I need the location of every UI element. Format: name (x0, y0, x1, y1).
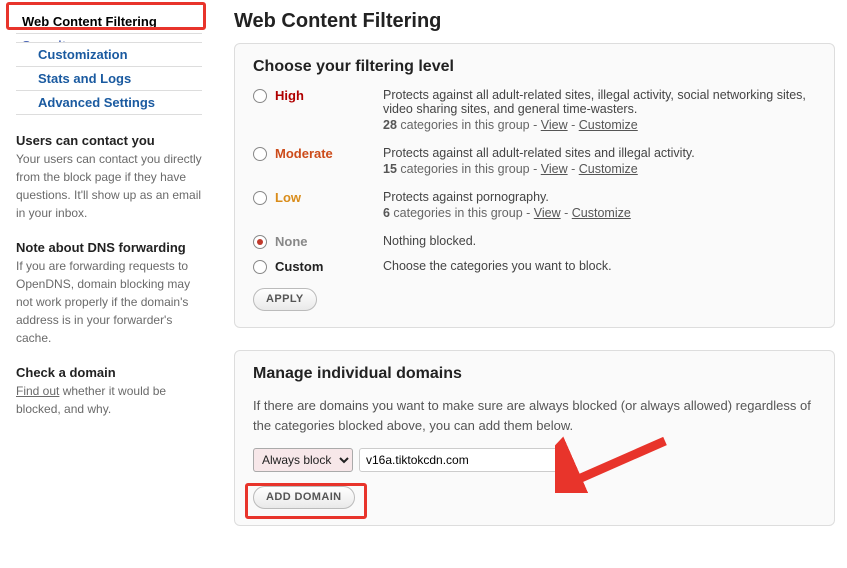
sidebar-nav: Web Content Filtering Security Customiza… (16, 10, 202, 115)
sidebar: Web Content Filtering Security Customiza… (0, 0, 210, 568)
add-domain-button[interactable]: ADD DOMAIN (253, 486, 355, 509)
domains-intro: If there are domains you want to make su… (253, 396, 816, 435)
filter-label-low: Low (275, 190, 301, 205)
filter-radio-custom[interactable] (253, 260, 267, 274)
sidebar-item-security[interactable]: Security (16, 33, 202, 42)
filter-desc-low: Protects against pornography.6 categorie… (383, 190, 816, 220)
filter-radio-high[interactable] (253, 89, 267, 103)
filter-desc-none: Nothing blocked. (383, 234, 816, 248)
side-heading-dns: Note about DNS forwarding (16, 240, 202, 255)
customize-link-low[interactable]: Customize (572, 206, 631, 220)
view-link-low[interactable]: View (534, 206, 561, 220)
apply-button[interactable]: APPLY (253, 288, 317, 311)
filter-desc-moderate: Protects against all adult-related sites… (383, 146, 816, 176)
main-content: Web Content Filtering Choose your filter… (210, 0, 847, 568)
domain-input[interactable] (359, 448, 559, 472)
filter-row-low: Low Protects against pornography.6 catego… (253, 190, 816, 220)
side-text-dns: If you are forwarding requests to OpenDN… (16, 257, 202, 347)
filter-level-panel: Choose your filtering level High Protects… (234, 43, 835, 328)
customize-link-moderate[interactable]: Customize (579, 162, 638, 176)
customize-link-high[interactable]: Customize (579, 118, 638, 132)
filter-radio-low[interactable] (253, 191, 267, 205)
filter-label-custom: Custom (275, 259, 323, 274)
domains-heading: Manage individual domains (253, 365, 816, 383)
filter-radio-moderate[interactable] (253, 147, 267, 161)
filter-label-high: High (275, 88, 304, 103)
filter-label-none: None (275, 234, 308, 249)
filter-row-none: None Nothing blocked. (253, 234, 816, 249)
filter-desc-high: Protects against all adult-related sites… (383, 88, 816, 132)
manage-domains-panel: Manage individual domains If there are d… (234, 350, 835, 526)
filter-desc-custom: Choose the categories you want to block. (383, 259, 816, 273)
filter-row-moderate: Moderate Protects against all adult-relat… (253, 146, 816, 176)
filter-radio-none[interactable] (253, 235, 267, 249)
filter-row-high: High Protects against all adult-related s… (253, 88, 816, 132)
sidebar-item-stats-and-logs[interactable]: Stats and Logs (16, 66, 202, 90)
find-out-link[interactable]: Find out (16, 384, 59, 398)
page-title: Web Content Filtering (234, 10, 835, 33)
sidebar-item-customization[interactable]: Customization (16, 42, 202, 66)
view-link-high[interactable]: View (541, 118, 568, 132)
side-heading-contact: Users can contact you (16, 133, 202, 148)
sidebar-item-advanced-settings[interactable]: Advanced Settings (16, 90, 202, 114)
sidebar-item-web-content-filtering[interactable]: Web Content Filtering (16, 10, 202, 33)
side-heading-check: Check a domain (16, 365, 202, 380)
filter-row-custom: Custom Choose the categories you want to … (253, 259, 816, 274)
filter-heading: Choose your filtering level (253, 58, 816, 76)
domain-action-dropdown[interactable]: Always blockNever block (253, 448, 353, 472)
filter-label-moderate: Moderate (275, 146, 333, 161)
side-text-check: Find out whether it would be blocked, an… (16, 382, 202, 418)
domain-entry-row: Always blockNever block (253, 448, 816, 472)
side-text-contact: Your users can contact you directly from… (16, 150, 202, 222)
view-link-moderate[interactable]: View (541, 162, 568, 176)
